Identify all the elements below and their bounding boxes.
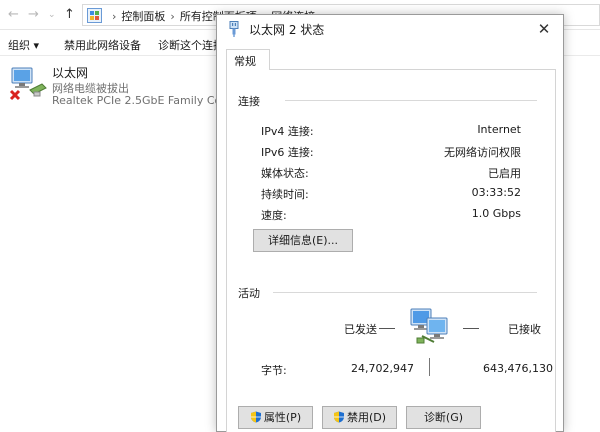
received-label: 已接收 bbox=[508, 323, 541, 336]
received-dash bbox=[463, 328, 479, 329]
network-adapter-icon bbox=[9, 67, 47, 101]
duration-label: 持续时间: bbox=[261, 188, 309, 201]
recent-chevron-icon[interactable]: ⌄ bbox=[48, 10, 56, 20]
adapter-item-ethernet[interactable]: 以太网 网络电缆被拔出 Realtek PCIe 2.5GbE Family C… bbox=[6, 62, 216, 108]
bytes-received-value: 643,476,130 bbox=[483, 362, 553, 375]
back-arrow-icon[interactable]: ← bbox=[8, 7, 19, 22]
group-divider bbox=[273, 292, 537, 293]
properties-label: 属性(P) bbox=[263, 411, 302, 424]
disable-button[interactable]: 禁用(D) bbox=[322, 406, 397, 429]
breadcrumb-item[interactable]: 控制面板 bbox=[121, 10, 165, 23]
sent-dash bbox=[379, 328, 395, 329]
speed-label: 速度: bbox=[261, 209, 287, 222]
duration-value: 03:33:52 bbox=[471, 186, 521, 199]
group-divider bbox=[285, 100, 537, 101]
ipv4-value: Internet bbox=[477, 123, 521, 136]
ethernet-status-dialog: 以太网 2 状态 ✕ 常规 连接 IPv4 连接: Internet IPv6 … bbox=[216, 14, 564, 432]
close-button[interactable]: ✕ bbox=[531, 17, 557, 41]
connection-heading: 连接 bbox=[238, 93, 264, 109]
breadcrumb-separator-icon: › bbox=[112, 10, 117, 23]
tab-general-label: 常规 bbox=[234, 55, 256, 68]
disable-device-button[interactable]: 禁用此网络设备 bbox=[64, 37, 141, 53]
control-panel-icon bbox=[87, 8, 102, 23]
details-button[interactable]: 详细信息(E)... bbox=[253, 229, 353, 252]
media-state-value: 已启用 bbox=[488, 167, 521, 180]
uac-shield-icon bbox=[333, 411, 344, 423]
bytes-divider bbox=[429, 358, 430, 376]
dialog-title-bar[interactable]: 以太网 2 状态 ✕ bbox=[217, 15, 563, 43]
adapter-device-name: Realtek PCIe 2.5GbE Family Co... bbox=[52, 94, 216, 107]
dialog-title: 以太网 2 状态 bbox=[249, 23, 325, 37]
properties-button[interactable]: 属性(P) bbox=[238, 406, 313, 429]
ipv6-value: 无网络访问权限 bbox=[444, 146, 521, 159]
up-arrow-icon[interactable]: ↑ bbox=[64, 7, 75, 22]
ipv4-label: IPv4 连接: bbox=[261, 125, 314, 138]
activity-heading: 活动 bbox=[238, 285, 264, 301]
tab-general[interactable]: 常规 bbox=[226, 49, 270, 70]
general-tab-panel: 连接 IPv4 连接: Internet IPv6 连接: 无网络访问权限 媒体… bbox=[226, 69, 556, 432]
bytes-label: 字节: bbox=[261, 364, 287, 377]
diagnose-connection-button[interactable]: 诊断这个连接 bbox=[158, 37, 224, 53]
adapter-name: 以太网 bbox=[52, 66, 89, 80]
speed-value: 1.0 Gbps bbox=[471, 207, 521, 220]
forward-arrow-icon[interactable]: → bbox=[28, 7, 39, 22]
disable-label: 禁用(D) bbox=[346, 411, 387, 424]
organize-menu[interactable]: 组织 ▾ bbox=[8, 37, 39, 53]
network-activity-icon bbox=[410, 308, 448, 344]
sent-label: 已发送 bbox=[344, 323, 377, 336]
ethernet-connector-icon bbox=[229, 21, 239, 37]
bytes-sent-value: 24,702,947 bbox=[351, 362, 414, 375]
uac-shield-icon bbox=[250, 411, 261, 423]
breadcrumb-separator-icon: › bbox=[170, 10, 175, 23]
ipv6-label: IPv6 连接: bbox=[261, 146, 314, 159]
diagnose-button[interactable]: 诊断(G) bbox=[406, 406, 481, 429]
media-state-label: 媒体状态: bbox=[261, 167, 309, 180]
